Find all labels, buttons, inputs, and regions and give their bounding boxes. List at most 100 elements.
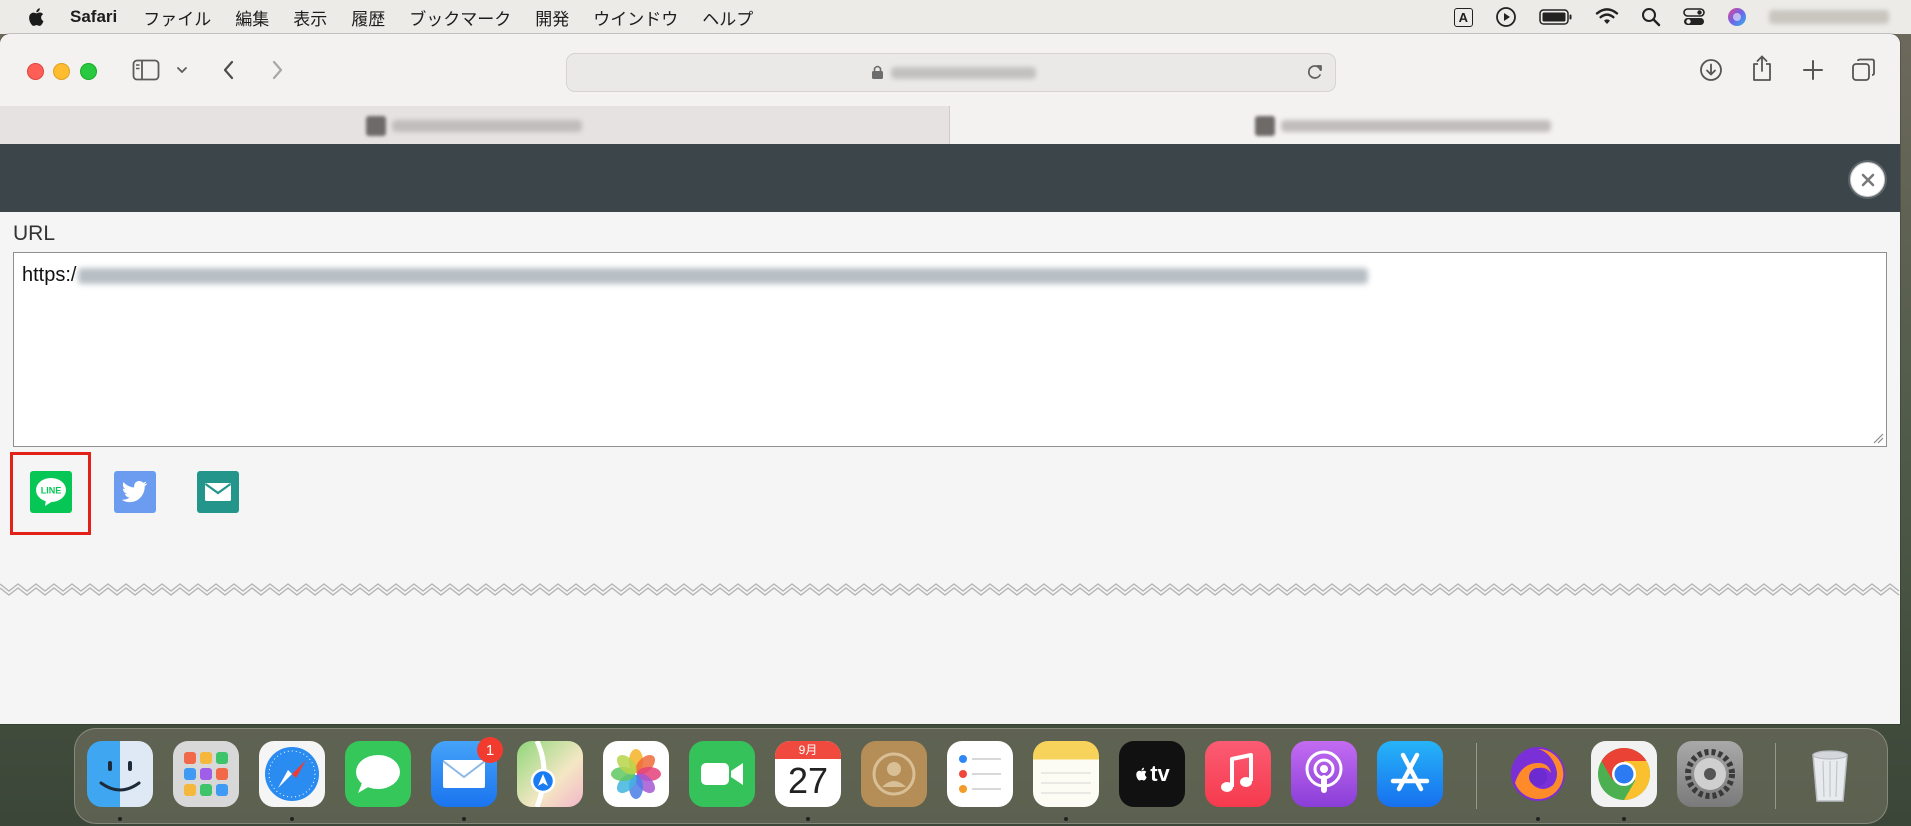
dock-reminders[interactable]	[947, 741, 1013, 807]
chrome-icon	[1598, 748, 1650, 800]
url-text-blurred	[78, 267, 1369, 284]
share-buttons-row: LINE	[0, 449, 400, 539]
safari-toolbar	[0, 34, 1900, 106]
user-clock-blurred	[1769, 10, 1889, 24]
apple-logo-icon[interactable]	[26, 6, 48, 28]
control-center-icon[interactable]	[1683, 7, 1705, 27]
menu-history[interactable]: 履歴	[351, 5, 385, 30]
running-indicator	[1536, 817, 1540, 821]
lock-icon	[872, 65, 883, 79]
dock-maps[interactable]	[517, 741, 583, 807]
share-icon[interactable]	[1750, 54, 1774, 82]
menu-bar: Safari ファイル 編集 表示 履歴 ブックマーク 開発 ウインドウ ヘルプ…	[0, 0, 1911, 34]
menu-help[interactable]: ヘルプ	[702, 5, 753, 30]
wifi-icon[interactable]	[1595, 7, 1619, 27]
dock-firefox[interactable]	[1505, 741, 1571, 807]
mail-share-button[interactable]	[197, 471, 239, 513]
dock-messages[interactable]	[345, 741, 411, 807]
dock: 1 9月 27 tv	[74, 728, 1888, 824]
forward-arrow-icon[interactable]	[268, 58, 286, 82]
dock-apple-tv[interactable]: tv	[1119, 741, 1185, 807]
dock-launchpad[interactable]	[173, 741, 239, 807]
dock-mail[interactable]: 1	[431, 737, 503, 807]
resize-grip-icon[interactable]	[1872, 432, 1884, 444]
notes-lines-icon	[1041, 772, 1091, 794]
battery-icon[interactable]	[1539, 8, 1573, 26]
dock-app-store[interactable]	[1377, 741, 1443, 807]
dock-contacts[interactable]	[861, 741, 927, 807]
minimize-window-button[interactable]	[53, 63, 70, 80]
running-indicator	[118, 817, 122, 821]
share-dialog-header	[0, 144, 1900, 212]
close-window-button[interactable]	[27, 63, 44, 80]
dock-system-settings[interactable]	[1677, 741, 1743, 807]
tab-overview-icon[interactable]	[1851, 57, 1877, 83]
web-page: URL https:/ LINE	[0, 144, 1900, 724]
twitter-bird-icon	[121, 481, 148, 503]
menu-window[interactable]: ウインドウ	[593, 5, 678, 30]
spotlight-search-icon[interactable]	[1641, 7, 1661, 27]
reload-icon[interactable]	[1305, 62, 1325, 82]
url-domain-blurred	[891, 67, 1036, 79]
app-name-menu[interactable]: Safari	[70, 7, 117, 27]
tab-favicon	[366, 116, 386, 136]
dock-separator	[1476, 743, 1477, 809]
maps-pin-icon	[530, 741, 556, 807]
tab-title-blurred	[1281, 120, 1551, 132]
photos-flower-icon	[611, 749, 661, 799]
dock-chrome[interactable]	[1591, 741, 1657, 807]
zoom-window-button[interactable]	[80, 63, 97, 80]
dock-podcasts[interactable]	[1291, 741, 1357, 807]
running-indicator	[806, 817, 810, 821]
trash-icon	[1812, 750, 1848, 802]
now-playing-icon[interactable]	[1495, 6, 1517, 28]
dock-trash[interactable]	[1797, 741, 1863, 807]
share-url-textarea[interactable]: https:/	[13, 252, 1887, 447]
menu-file[interactable]: ファイル	[143, 5, 211, 30]
dock-separator	[1775, 743, 1776, 809]
dock-photos[interactable]	[603, 741, 669, 807]
firefox-icon	[1511, 747, 1565, 801]
contacts-person-icon	[872, 752, 916, 796]
tab-bar	[0, 106, 1900, 145]
dock-calendar[interactable]: 9月 27	[775, 741, 841, 807]
facetime-camera-icon	[701, 763, 743, 785]
messages-bubble-icon	[356, 755, 400, 793]
page-tear-divider	[0, 581, 1900, 597]
siri-icon[interactable]	[1727, 7, 1747, 27]
back-arrow-icon[interactable]	[220, 58, 238, 82]
running-indicator	[290, 817, 294, 821]
download-icon[interactable]	[1699, 58, 1723, 82]
calendar-day: 27	[787, 760, 829, 801]
running-indicator	[1622, 817, 1626, 821]
tab-2-active[interactable]	[950, 106, 1900, 144]
dock-music[interactable]	[1205, 741, 1271, 807]
app-store-a-icon	[1390, 752, 1430, 792]
menu-edit[interactable]: 編集	[235, 5, 269, 30]
menu-bookmarks[interactable]: ブックマーク	[409, 5, 511, 30]
new-tab-plus-icon[interactable]	[1801, 58, 1825, 82]
gear-icon	[1685, 749, 1735, 799]
address-bar[interactable]	[566, 53, 1336, 92]
dock-facetime[interactable]	[689, 741, 755, 807]
menu-develop[interactable]: 開発	[535, 5, 569, 30]
tab-title-blurred	[392, 120, 582, 132]
music-note-icon	[1221, 753, 1253, 792]
line-share-button[interactable]: LINE	[30, 471, 72, 513]
url-text-prefix: https:/	[22, 264, 77, 286]
running-indicator	[462, 817, 466, 821]
dialog-close-button[interactable]	[1850, 162, 1885, 197]
finder-face-icon	[99, 761, 141, 792]
mail-envelope-icon	[204, 483, 232, 501]
tab-1[interactable]	[0, 106, 950, 145]
twitter-share-button[interactable]	[114, 471, 156, 513]
input-source-indicator[interactable]: A	[1453, 7, 1473, 27]
dock-notes[interactable]	[1033, 741, 1099, 807]
dock-finder[interactable]	[87, 741, 153, 807]
chevron-down-icon[interactable]	[176, 65, 188, 75]
sidebar-toggle-icon[interactable]	[132, 59, 160, 81]
menu-view[interactable]: 表示	[293, 5, 327, 30]
dock-safari[interactable]	[259, 741, 325, 807]
safari-window: URL https:/ LINE	[0, 34, 1900, 724]
svg-text:LINE: LINE	[41, 486, 62, 496]
